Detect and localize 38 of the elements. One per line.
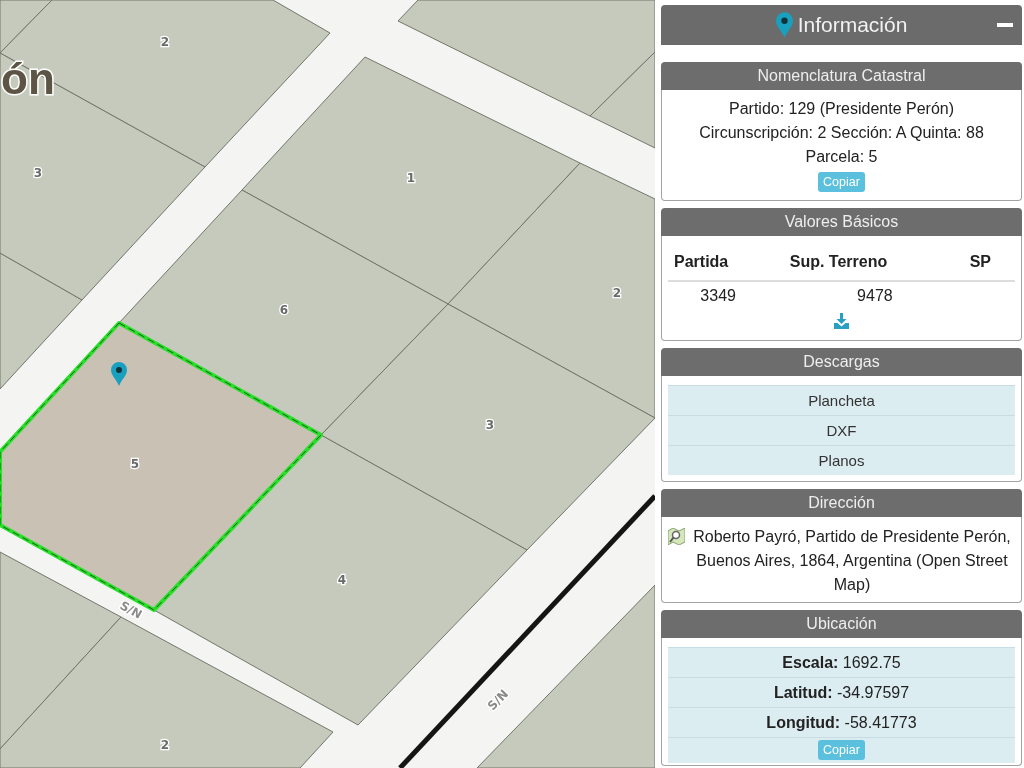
table-cell: 3349 <box>668 281 769 310</box>
download-link[interactable]: Plancheta <box>668 385 1015 415</box>
download-link[interactable]: Planos <box>668 445 1015 475</box>
parcel-number: 2 <box>612 286 622 300</box>
section-header: Valores Básicos <box>661 208 1022 236</box>
info-line: Circunscripción: 2 Sección: A Quinta: 88 <box>698 123 985 143</box>
parcel-number: 5 <box>130 457 140 471</box>
info-line: Parcela: 5 <box>804 147 879 167</box>
column-header: SP <box>908 242 1015 281</box>
column-header: Sup. Terreno <box>768 242 909 281</box>
land-parcel[interactable] <box>447 162 655 419</box>
land-parcel[interactable] <box>0 52 206 301</box>
parcel-number: 6 <box>279 303 289 317</box>
table-cell: 9478 <box>768 281 909 310</box>
download-link[interactable]: DXF <box>668 415 1015 445</box>
location-value: Escala: 1692.75 <box>668 647 1015 677</box>
location-value: Longitud: -58.41773 <box>668 707 1015 737</box>
address-text: Roberto Payró, Partido de Presidente Perón, Buenos Aires, 1864, Argentina (Open Street Map) <box>692 527 1012 595</box>
panel-title: Información <box>797 12 908 39</box>
column-header: Partida <box>668 242 769 281</box>
download-icon[interactable] <box>834 313 849 329</box>
map-pin-icon <box>775 12 793 38</box>
section-header: Nomenclatura Catastral <box>661 62 1022 90</box>
location-value: Latitud: -34.97597 <box>668 677 1015 707</box>
section-header: Dirección <box>661 489 1022 517</box>
minus-icon[interactable] <box>997 23 1013 27</box>
section-header: Descargas <box>661 348 1022 376</box>
street-name: S/N <box>117 598 145 622</box>
section-header: Ubicación <box>661 610 1022 638</box>
map-icon[interactable] <box>668 528 685 545</box>
place-name: ón <box>1 54 55 103</box>
parcel-number: 2 <box>160 35 170 49</box>
parcel-number: 1 <box>406 171 416 185</box>
parcel-number: 3 <box>485 418 495 432</box>
info-line: Partido: 129 (Presidente Perón) <box>728 99 955 119</box>
land-parcel[interactable] <box>0 0 331 168</box>
parcel-number: 3 <box>33 166 43 180</box>
map-pin-icon[interactable] <box>111 362 127 386</box>
